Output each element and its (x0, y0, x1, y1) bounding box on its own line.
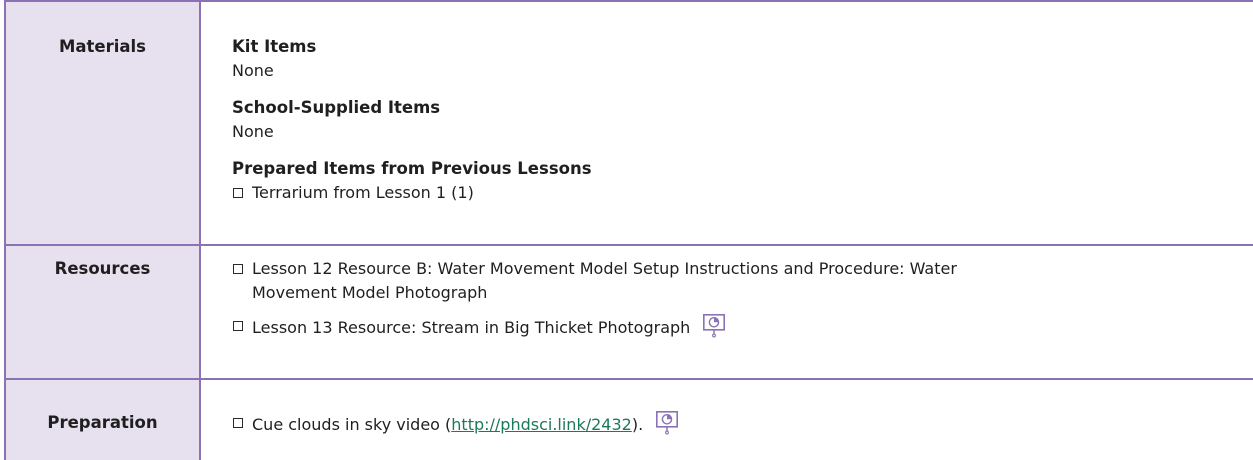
school-items-value: None (232, 122, 274, 141)
materials-label: Materials (58, 37, 147, 56)
resource-item-text-line2: Movement Model Photograph (252, 283, 488, 302)
preparation-label: Preparation (47, 413, 158, 432)
resources-label-cell: Resources (6, 246, 201, 378)
lesson-materials-table: Materials Kit Items None School-Supplied… (4, 0, 1253, 460)
checkbox[interactable] (233, 264, 243, 274)
materials-content: Kit Items None School-Supplied Items Non… (232, 35, 1235, 205)
resource-item: Lesson 12 Resource B: Water Movement Mod… (232, 257, 1235, 305)
checkbox[interactable] (233, 321, 243, 331)
preparation-content: Cue clouds in sky video (http://phdsci.l… (232, 411, 1235, 437)
checkbox[interactable] (233, 418, 243, 428)
preparation-item-suffix: ). (631, 415, 644, 434)
resources-row: Resources Lesson 12 Resource B: Water Mo… (6, 246, 1253, 378)
preparation-item: Cue clouds in sky video (http://phdsci.l… (232, 411, 1235, 437)
materials-row: Materials Kit Items None School-Supplied… (6, 2, 1253, 244)
resource-item-text-line1: Lesson 12 Resource B: Water Movement Mod… (252, 259, 957, 278)
projection-icon (703, 314, 726, 338)
preparation-row: Preparation Cue clouds in sky video (htt… (6, 380, 1253, 460)
school-items-heading: School-Supplied Items (232, 98, 441, 117)
resource-item-text: Lesson 13 Resource: Stream in Big Thicke… (252, 318, 691, 337)
video-link[interactable]: http://phdsci.link/2432 (451, 415, 632, 434)
resources-content: Lesson 12 Resource B: Water Movement Mod… (232, 257, 1235, 340)
prepared-items-heading: Prepared Items from Previous Lessons (232, 159, 592, 178)
kit-items-value: None (232, 61, 274, 80)
prepared-item: Terrarium from Lesson 1 (1) (232, 181, 1235, 205)
prepared-item-text: Terrarium from Lesson 1 (1) (252, 183, 474, 202)
resources-label: Resources (54, 259, 151, 278)
materials-label-cell: Materials (6, 2, 201, 244)
resource-item: Lesson 13 Resource: Stream in Big Thicke… (232, 314, 1235, 340)
kit-items-heading: Kit Items (232, 37, 317, 56)
preparation-label-cell: Preparation (6, 380, 201, 460)
checkbox[interactable] (233, 188, 243, 198)
projection-icon (656, 411, 679, 435)
preparation-item-prefix: Cue clouds in sky video ( (252, 415, 452, 434)
